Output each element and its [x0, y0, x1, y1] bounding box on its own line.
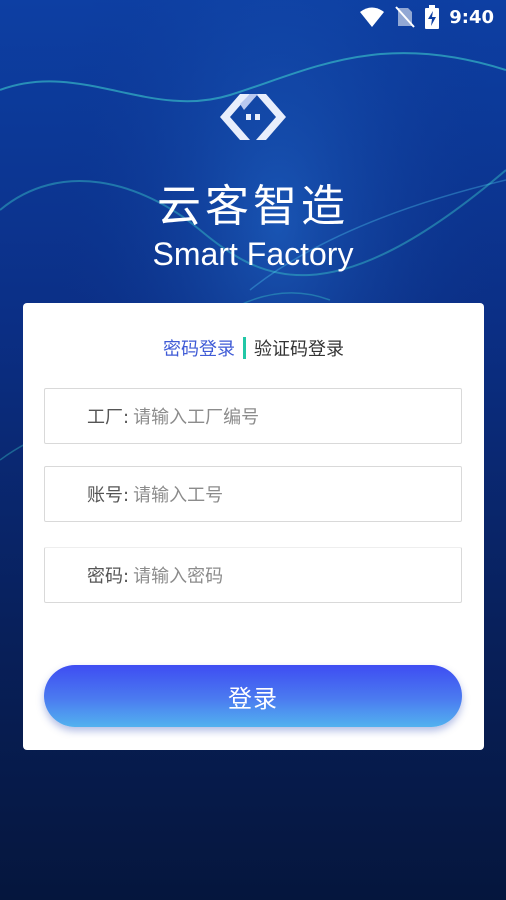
no-sim-icon	[395, 5, 415, 29]
brand-logo-icon	[220, 94, 286, 140]
login-button[interactable]: 登录	[44, 665, 462, 727]
tab-password-login[interactable]: 密码登录	[163, 335, 235, 361]
password-label: 密码:	[87, 566, 130, 587]
app-title: 云客智造	[157, 181, 349, 232]
factory-label: 工厂:	[87, 407, 130, 428]
app-subtitle: Smart Factory	[152, 236, 354, 272]
wifi-icon	[359, 6, 385, 28]
tab-divider	[243, 337, 246, 359]
account-field[interactable]: 账号: 请输入工号	[44, 466, 462, 522]
factory-field[interactable]: 工厂: 请输入工厂编号	[44, 388, 462, 444]
account-label: 账号:	[87, 485, 130, 506]
status-time: 9:40	[449, 6, 494, 28]
login-card: 密码登录 验证码登录 工厂: 请输入工厂编号 账号: 请输入工号 密码: 请输入…	[23, 303, 484, 750]
tab-code-login[interactable]: 验证码登录	[254, 335, 344, 361]
account-placeholder: 请输入工号	[133, 485, 224, 506]
password-placeholder: 请输入密码	[133, 566, 224, 587]
status-bar: 9:40	[0, 0, 506, 34]
battery-charging-icon	[425, 5, 440, 29]
password-field[interactable]: 密码: 请输入密码	[44, 547, 462, 603]
login-tabs: 密码登录 验证码登录	[23, 335, 484, 361]
factory-placeholder: 请输入工厂编号	[133, 407, 260, 428]
